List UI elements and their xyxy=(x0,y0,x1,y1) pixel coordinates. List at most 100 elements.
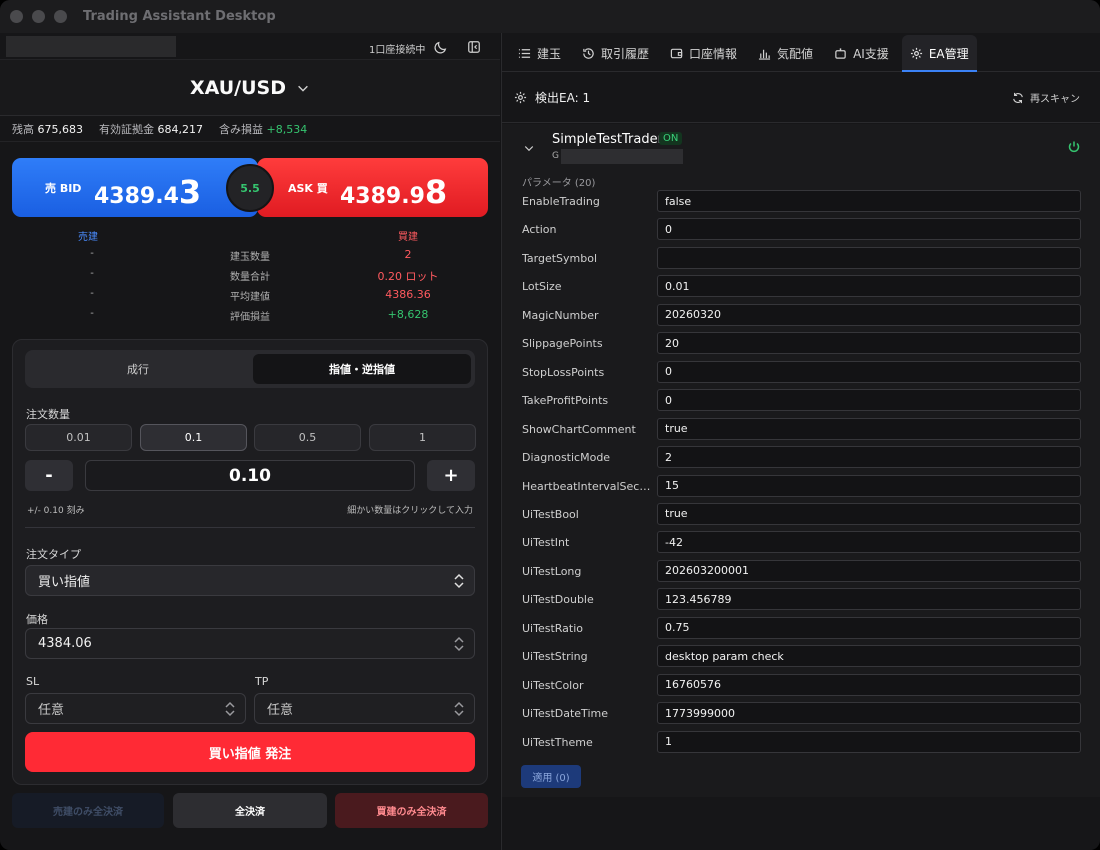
param-value-input[interactable]: true xyxy=(657,417,1081,440)
param-value-input[interactable]: 20260320 xyxy=(657,303,1081,326)
close-sell-only-button[interactable]: 売建のみ全決済 xyxy=(12,793,164,828)
sell-value: - xyxy=(90,288,94,299)
trading-panel: 1口座接続中 XAU/USD 残高 675,683 有効証拠金 684,217 … xyxy=(0,33,500,850)
submit-order-button[interactable]: 買い指値 発注 xyxy=(25,732,475,772)
close-buy-only-button[interactable]: 買建のみ全決済 xyxy=(335,793,488,828)
fine-input-hint: 細かい数量はクリックして入力 xyxy=(347,506,473,516)
param-value-input[interactable]: 123.456789 xyxy=(657,588,1081,611)
param-value-input[interactable] xyxy=(657,246,1081,269)
param-row: UiTestBool true xyxy=(502,502,1100,530)
tab-market-order[interactable]: 成行 xyxy=(29,354,247,384)
qty-preset-button[interactable]: 0.5 xyxy=(254,424,361,451)
param-row: DiagnosticMode 2 xyxy=(502,445,1100,473)
param-value-input[interactable]: -42 xyxy=(657,531,1081,554)
tp-input[interactable]: 任意 xyxy=(254,693,475,724)
param-value-input[interactable]: 0 xyxy=(657,360,1081,383)
param-value-input[interactable]: true xyxy=(657,502,1081,525)
maximize-window-button[interactable] xyxy=(54,10,67,23)
param-value-input[interactable]: 16760576 xyxy=(657,673,1081,696)
sell-bid-button[interactable]: 売 BID 4389.43 xyxy=(12,158,258,217)
symbol-name: XAU/USD xyxy=(189,76,287,99)
param-row: HeartbeatIntervalSeco… 15 xyxy=(502,474,1100,502)
history-icon xyxy=(583,47,594,59)
gear-icon xyxy=(514,91,527,103)
qty-preset-button[interactable]: 0.1 xyxy=(140,424,247,451)
order-type-select[interactable]: 買い指値 xyxy=(25,565,475,596)
sell-value: - xyxy=(90,248,94,259)
param-value-input[interactable]: 15 xyxy=(657,474,1081,497)
param-value-input[interactable]: false xyxy=(657,190,1081,212)
panel-collapse-icon xyxy=(468,41,480,53)
symbol-selector[interactable]: XAU/USD xyxy=(0,60,500,116)
param-value-input[interactable]: 1773999000 xyxy=(657,702,1081,725)
param-name: UiTestColor xyxy=(522,678,584,692)
collapse-panel-button[interactable] xyxy=(465,38,483,56)
order-type-label: 注文タイプ xyxy=(26,548,81,561)
ea-title-row: SimpleTestTrader ON G xyxy=(502,124,1100,172)
param-name: UiTestDouble xyxy=(522,593,594,607)
chevron-down-icon xyxy=(298,85,308,92)
tab-account[interactable]: 口座情報 xyxy=(662,35,745,71)
qty-decrement-button[interactable]: - xyxy=(25,460,73,491)
pnl-item: 含み損益 +8,534 xyxy=(219,121,307,137)
param-value-input[interactable]: 0.75 xyxy=(657,616,1081,639)
buy-value: 4386.36 xyxy=(385,288,431,301)
quantity-input[interactable]: 0.10 xyxy=(85,460,415,491)
divider xyxy=(25,527,475,528)
price-input[interactable]: 4384.06 xyxy=(25,628,475,659)
chevron-down-icon[interactable] xyxy=(523,142,535,154)
bid-label: 売 BID xyxy=(45,182,82,195)
param-name: UiTestTheme xyxy=(522,735,593,749)
params-header: パラメータ (20) xyxy=(522,178,596,189)
bid-price-main: 4389.4 xyxy=(94,184,179,209)
tab-ea-management[interactable]: EA管理 xyxy=(901,35,977,72)
tab-positions[interactable]: 建玉 xyxy=(510,35,569,71)
param-row: SlippagePoints 20 xyxy=(502,331,1100,359)
theme-toggle-button[interactable] xyxy=(432,38,450,56)
param-name: UiTestInt xyxy=(522,536,570,550)
ea-name: SimpleTestTrader xyxy=(552,132,663,147)
bar-chart-icon xyxy=(758,49,771,60)
param-name: TargetSymbol xyxy=(522,251,598,265)
window-title: Trading Assistant Desktop xyxy=(83,9,276,24)
moon-icon xyxy=(434,41,447,54)
tab-limit-order[interactable]: 指値・逆指値 xyxy=(253,354,471,384)
sl-input[interactable]: 任意 xyxy=(25,693,246,724)
close-all-button[interactable]: 全決済 xyxy=(173,793,327,828)
row-label: 数量合計 xyxy=(230,272,270,283)
param-value-input[interactable]: 202603200001 xyxy=(657,559,1081,582)
gear-icon xyxy=(910,47,922,59)
param-value-input[interactable]: 1 xyxy=(657,730,1081,753)
close-window-button[interactable] xyxy=(10,10,23,23)
tab-ai-support[interactable]: AI支援 xyxy=(826,35,897,71)
app-window: Trading Assistant Desktop 1口座接続中 XAU/USD… xyxy=(0,0,1100,850)
qty-preset-button[interactable]: 1 xyxy=(369,424,476,451)
param-name: SlippagePoints xyxy=(522,337,603,351)
tab-history[interactable]: 取引履歴 xyxy=(574,35,657,71)
position-header-row: 売建 買建 xyxy=(0,228,500,248)
minimize-window-button[interactable] xyxy=(32,10,45,23)
param-name: UiTestDateTime xyxy=(522,707,608,721)
param-value-input[interactable]: 2 xyxy=(657,446,1081,469)
power-icon[interactable] xyxy=(1067,140,1081,154)
row-label: 評価損益 xyxy=(230,312,270,323)
param-row: EnableTrading false xyxy=(502,189,1100,217)
tab-label: 口座情報 xyxy=(689,46,738,61)
param-row: UiTestLong 202603200001 xyxy=(502,559,1100,587)
param-value-input[interactable]: desktop param check xyxy=(657,645,1081,668)
buy-ask-button[interactable]: ASK 買 4389.98 xyxy=(257,158,488,217)
price-value: 4384.06 xyxy=(38,636,92,651)
tab-quotes[interactable]: 気配値 xyxy=(750,35,821,71)
rescan-button[interactable]: 再スキャン xyxy=(1012,90,1080,105)
param-value-input[interactable]: 0 xyxy=(657,218,1081,241)
apply-button[interactable]: 適用 (0) xyxy=(521,765,581,788)
redacted-account-id xyxy=(561,149,683,164)
balance-label: 残高 xyxy=(12,122,34,136)
position-row: - 平均建値 4386.36 xyxy=(0,288,500,308)
param-value-input[interactable]: 0.01 xyxy=(657,275,1081,298)
qty-increment-button[interactable]: + xyxy=(427,460,475,491)
qty-preset-button[interactable]: 0.01 xyxy=(25,424,132,451)
param-value-input[interactable]: 0 xyxy=(657,389,1081,412)
sell-header: 売建 xyxy=(78,232,98,243)
param-value-input[interactable]: 20 xyxy=(657,332,1081,355)
